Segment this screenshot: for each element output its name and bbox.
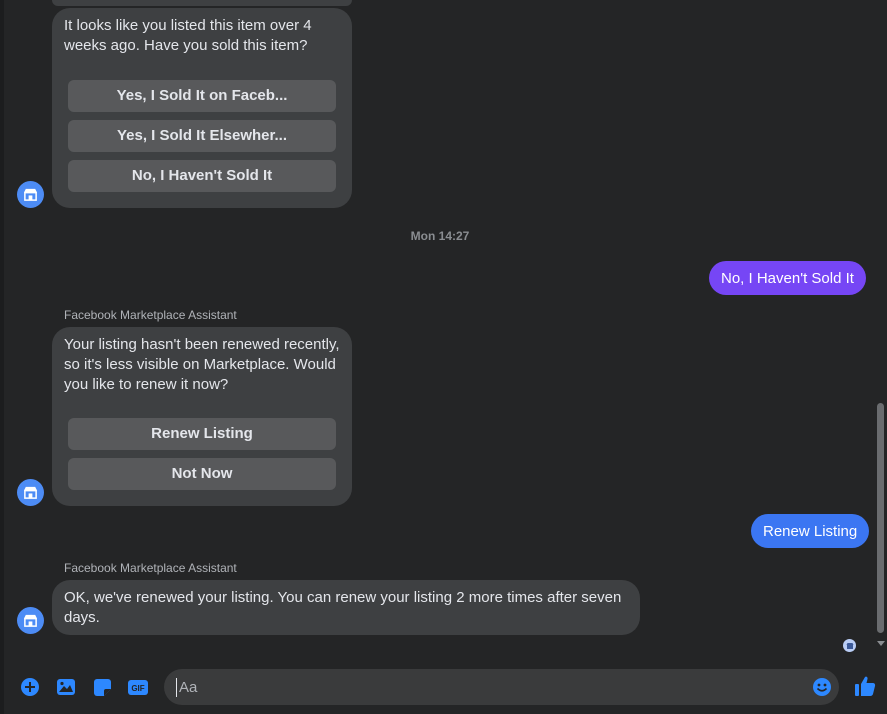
seen-indicator-avatar xyxy=(843,639,856,652)
message-input[interactable] xyxy=(176,677,801,697)
previous-bubble-edge xyxy=(52,0,352,6)
quick-reply-not-now[interactable]: Not Now xyxy=(68,458,336,490)
sent-message-renew-listing: Renew Listing xyxy=(751,514,870,548)
store-icon xyxy=(846,642,853,649)
message-text: OK, we've renewed your listing. You can … xyxy=(64,589,622,626)
scroll-down-arrow[interactable] xyxy=(877,641,885,646)
quick-reply-havent-sold[interactable]: No, I Haven't Sold It xyxy=(68,160,336,192)
sent-message-havent-sold: No, I Haven't Sold It xyxy=(709,261,866,295)
emoji-icon[interactable] xyxy=(813,678,831,696)
image-icon[interactable] xyxy=(56,677,76,697)
bot-message-renew-prompt: Your listing hasn't been renewed recentl… xyxy=(52,327,352,506)
bot-message-renewed: OK, we've renewed your listing. You can … xyxy=(52,580,640,635)
like-thumbs-up-icon[interactable] xyxy=(854,675,876,697)
message-timestamp: Mon 14:27 xyxy=(410,229,470,243)
scrollbar[interactable] xyxy=(874,0,887,660)
quick-reply-sold-on-facebook[interactable]: Yes, I Sold It on Faceb... xyxy=(68,80,336,112)
message-text: Your listing hasn't been renewed recentl… xyxy=(64,336,340,393)
message-text: It looks like you listed this item over … xyxy=(64,17,312,54)
scrollbar-thumb[interactable] xyxy=(877,403,884,633)
sender-name: Facebook Marketplace Assistant xyxy=(64,561,237,575)
plus-icon[interactable] xyxy=(20,677,40,697)
marketplace-avatar xyxy=(17,181,44,208)
sender-name: Facebook Marketplace Assistant xyxy=(64,308,237,322)
message-thread[interactable]: It looks like you listed this item over … xyxy=(0,0,874,660)
message-input-box[interactable] xyxy=(164,669,839,705)
marketplace-avatar xyxy=(17,607,44,634)
store-icon xyxy=(23,614,38,627)
marketplace-avatar xyxy=(17,479,44,506)
quick-reply-sold-elsewhere[interactable]: Yes, I Sold It Elsewher... xyxy=(68,120,336,152)
bot-message-sold-question: It looks like you listed this item over … xyxy=(52,8,352,208)
store-icon xyxy=(23,486,38,499)
gif-icon[interactable]: GIF xyxy=(128,677,148,697)
store-icon xyxy=(23,188,38,201)
sticker-icon[interactable] xyxy=(92,677,112,697)
quick-reply-renew-listing[interactable]: Renew Listing xyxy=(68,418,336,450)
svg-text:GIF: GIF xyxy=(131,684,144,693)
